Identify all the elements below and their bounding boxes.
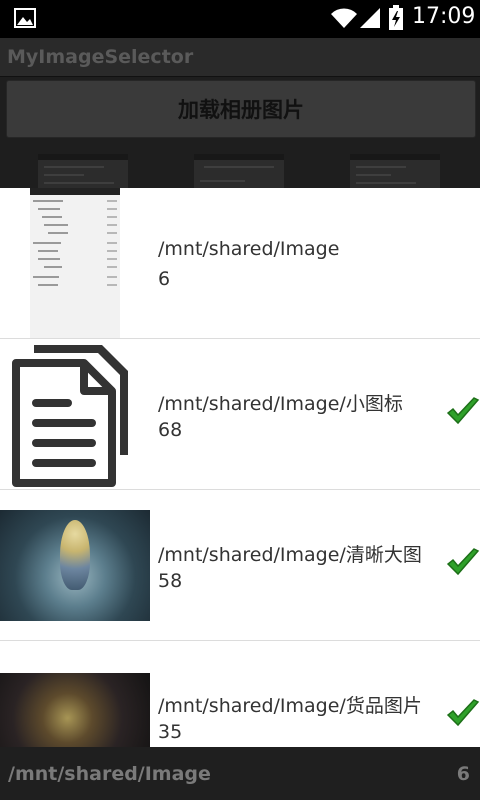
folder-path: /mnt/shared/Image/清晰大图 [158,544,422,566]
folder-count: 35 [158,721,183,743]
app-title: MyImageSelector [7,46,194,68]
status-time: 17:09 [412,4,476,29]
check-icon [446,548,480,576]
grid-thumbnail [194,154,284,188]
signal-icon [360,8,380,28]
check-icon [446,397,480,425]
folder-path: /mnt/shared/Image/小图标 [158,393,403,415]
folder-path: /mnt/shared/Image [158,238,340,260]
current-folder-path: /mnt/shared/Image [8,763,211,785]
wifi-icon [331,8,357,28]
folder-count: 58 [158,570,183,592]
app-background: MyImageSelector 加载相册图片 [0,38,480,188]
folder-item[interactable]: /mnt/shared/Image 6 [0,188,480,339]
folder-item[interactable]: /mnt/shared/Image/清晰大图 58 [0,490,480,641]
folder-item[interactable]: /mnt/shared/Image/货品图片 35 [0,641,480,747]
check-icon [446,699,480,727]
folder-count: 6 [158,268,171,290]
anime-art-thumbnail [0,510,150,621]
status-bar: 17:09 [0,0,480,38]
game-art-thumbnail [0,673,150,747]
folder-item[interactable]: /mnt/shared/Image/小图标 68 [0,339,480,490]
folder-list[interactable]: /mnt/shared/Image 6 /mnt/shared/Image/小图… [0,188,480,747]
document-icon [12,345,128,487]
battery-charging-icon [389,5,403,30]
footer-bar[interactable]: /mnt/shared/Image 6 [0,747,480,800]
grid-thumbnail [350,154,440,188]
current-folder-count: 6 [456,763,470,785]
folder-path: /mnt/shared/Image/货品图片 [158,695,422,717]
load-album-button[interactable]: 加载相册图片 [6,80,476,138]
app-title-bar: MyImageSelector [0,38,480,77]
picture-icon [14,8,36,28]
grid-thumbnail [38,154,128,188]
folder-count: 68 [158,419,183,441]
screenshot-thumbnail [30,188,120,338]
